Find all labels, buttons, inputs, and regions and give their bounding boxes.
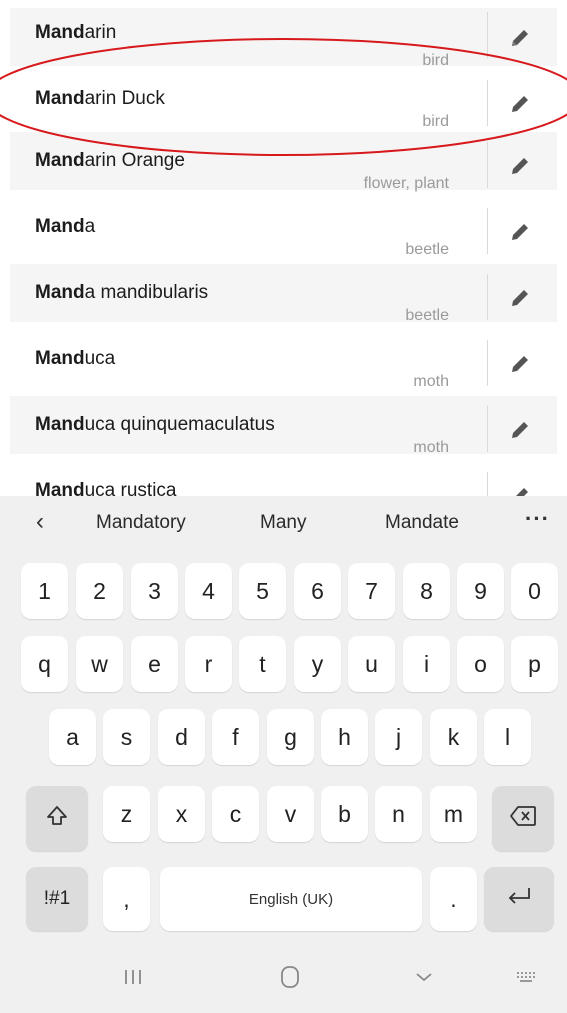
list-item[interactable]: Mandarin bird (10, 8, 557, 69)
key-z[interactable]: z (103, 786, 150, 842)
enter-icon (505, 885, 533, 913)
suggestion-1[interactable]: Mandatory (96, 512, 186, 534)
key-8[interactable]: 8 (403, 563, 450, 619)
list-item[interactable]: Manduca quinquemaculatus moth (10, 396, 557, 456)
suggestion-3[interactable]: Mandate (385, 512, 459, 534)
key-p[interactable]: p (511, 636, 558, 692)
key-9[interactable]: 9 (457, 563, 504, 619)
item-name: Mandarin (35, 22, 117, 43)
divider (487, 12, 488, 58)
divider (487, 208, 488, 254)
shift-key[interactable] (26, 786, 88, 851)
item-category: bird (422, 52, 449, 69)
pencil-icon[interactable] (508, 352, 532, 376)
item-name: Mandarin Orange (35, 150, 185, 171)
key-j[interactable]: j (375, 709, 422, 765)
key-s[interactable]: s (103, 709, 150, 765)
hide-keyboard-icon[interactable] (409, 964, 439, 990)
key-2[interactable]: 2 (76, 563, 123, 619)
pencil-icon[interactable] (508, 220, 532, 244)
key-g[interactable]: g (267, 709, 314, 765)
suggestion-2[interactable]: Many (260, 512, 306, 534)
key-4[interactable]: 4 (185, 563, 232, 619)
pencil-icon[interactable] (508, 418, 532, 442)
item-category: beetle (405, 307, 449, 324)
enter-key[interactable] (484, 867, 554, 931)
item-name: Manduca (35, 348, 116, 369)
suggestion-bar: ‹ Mandatory Many Mandate ··· (0, 496, 567, 550)
search-results-list: Mandarin bird Mandarin Duck bird Mandari… (0, 0, 567, 496)
item-category: flower, plant (363, 175, 449, 192)
key-r[interactable]: r (185, 636, 232, 692)
list-item[interactable]: Manda beetle (10, 198, 557, 258)
recent-apps-icon[interactable] (118, 964, 148, 990)
key-w[interactable]: w (76, 636, 123, 692)
item-name: Mandarin Duck (35, 88, 165, 109)
item-category: beetle (405, 241, 449, 258)
list-item[interactable]: Manduca rustica (10, 462, 557, 496)
list-item[interactable]: Manduca moth (10, 330, 557, 390)
key-u[interactable]: u (348, 636, 395, 692)
period-key[interactable]: . (430, 867, 477, 931)
chevron-left-icon[interactable]: ‹ (36, 508, 44, 536)
key-i[interactable]: i (403, 636, 450, 692)
key-n[interactable]: n (375, 786, 422, 842)
pencil-icon[interactable] (508, 26, 532, 50)
divider (487, 142, 488, 188)
keyboard-switch-icon[interactable] (512, 964, 542, 990)
divider (487, 340, 488, 386)
item-category: moth (413, 373, 449, 390)
key-5[interactable]: 5 (239, 563, 286, 619)
key-y[interactable]: y (294, 636, 341, 692)
item-name: Manduca quinquemaculatus (35, 414, 275, 435)
symbols-key[interactable]: !#1 (26, 867, 88, 931)
pencil-icon[interactable] (508, 484, 532, 496)
pencil-icon[interactable] (508, 154, 532, 178)
key-l[interactable]: l (484, 709, 531, 765)
key-x[interactable]: x (158, 786, 205, 842)
home-icon[interactable] (275, 964, 305, 990)
system-nav-bar (0, 942, 567, 1013)
key-m[interactable]: m (430, 786, 477, 842)
pencil-icon[interactable] (508, 92, 532, 116)
item-name: Manduca rustica (35, 480, 177, 496)
key-7[interactable]: 7 (348, 563, 395, 619)
list-item[interactable]: Manda mandibularis beetle (10, 264, 557, 324)
key-v[interactable]: v (267, 786, 314, 842)
item-name: Manda mandibularis (35, 282, 209, 303)
divider (487, 274, 488, 320)
comma-key[interactable]: , (103, 867, 150, 931)
list-item[interactable]: Mandarin Orange flower, plant (10, 132, 557, 192)
on-screen-keyboard: ‹ Mandatory Many Mandate ··· 1 2 3 4 5 6… (0, 496, 567, 1013)
key-e[interactable]: e (131, 636, 178, 692)
pencil-icon[interactable] (508, 286, 532, 310)
divider (487, 472, 488, 496)
key-b[interactable]: b (321, 786, 368, 842)
key-6[interactable]: 6 (294, 563, 341, 619)
item-name: Manda (35, 216, 96, 237)
backspace-key[interactable] (492, 786, 554, 851)
more-options-icon[interactable]: ··· (525, 506, 550, 532)
list-item[interactable]: Mandarin Duck bird (10, 70, 557, 130)
key-k[interactable]: k (430, 709, 477, 765)
key-a[interactable]: a (49, 709, 96, 765)
key-3[interactable]: 3 (131, 563, 178, 619)
key-t[interactable]: t (239, 636, 286, 692)
key-1[interactable]: 1 (21, 563, 68, 619)
item-category: bird (422, 113, 449, 130)
item-category: moth (413, 439, 449, 456)
key-f[interactable]: f (212, 709, 259, 765)
key-0[interactable]: 0 (511, 563, 558, 619)
key-q[interactable]: q (21, 636, 68, 692)
space-key[interactable]: English (UK) (160, 867, 422, 931)
key-d[interactable]: d (158, 709, 205, 765)
backspace-icon (509, 805, 537, 833)
key-o[interactable]: o (457, 636, 504, 692)
divider (487, 406, 488, 452)
key-h[interactable]: h (321, 709, 368, 765)
key-c[interactable]: c (212, 786, 259, 842)
divider (487, 80, 488, 126)
shift-icon (45, 804, 69, 834)
